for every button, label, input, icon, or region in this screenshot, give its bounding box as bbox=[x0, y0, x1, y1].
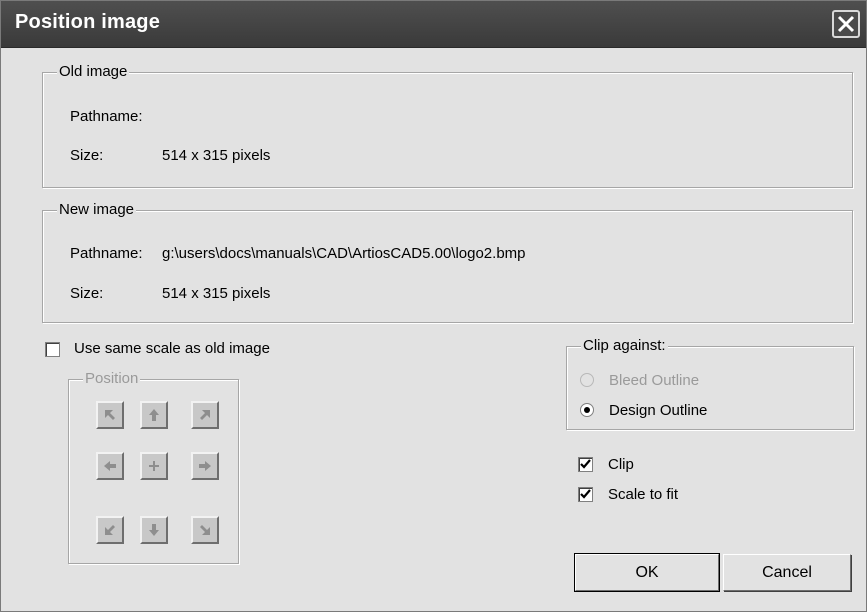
new-size-value: 514 x 315 pixels bbox=[162, 285, 271, 302]
move-left-button[interactable] bbox=[96, 452, 124, 480]
arrow-down-right-icon bbox=[200, 525, 210, 535]
clip-against-legend: Clip against: bbox=[581, 336, 668, 356]
arrow-down-icon bbox=[149, 524, 159, 536]
move-up-left-button[interactable] bbox=[96, 401, 124, 429]
new-pathname-value: g:\users\docs\manuals\CAD\ArtiosCAD5.00\… bbox=[162, 245, 526, 262]
move-up-right-button[interactable] bbox=[191, 401, 219, 429]
arrow-up-icon bbox=[149, 409, 159, 421]
old-pathname-label: Pathname: bbox=[70, 108, 143, 125]
checkmark-icon bbox=[580, 489, 591, 499]
new-image-legend: New image bbox=[57, 200, 137, 220]
checkmark-icon bbox=[580, 459, 591, 469]
old-size-value: 514 x 315 pixels bbox=[162, 147, 271, 164]
radio-selected-dot bbox=[584, 407, 590, 413]
position-legend: Position bbox=[83, 369, 141, 389]
old-size-label: Size: bbox=[70, 147, 104, 164]
arrow-up-left-icon bbox=[105, 410, 115, 420]
arrow-down-left-icon bbox=[105, 525, 115, 535]
new-image-group: New image bbox=[42, 200, 853, 323]
move-right-button[interactable] bbox=[191, 452, 219, 480]
arrow-right-icon bbox=[199, 461, 211, 471]
scale-to-fit-checkbox[interactable] bbox=[578, 487, 593, 502]
old-image-legend: Old image bbox=[57, 62, 130, 82]
close-icon bbox=[837, 15, 855, 33]
arrow-left-icon bbox=[104, 461, 116, 471]
position-image-dialog: Position image Old image Pathname: Size:… bbox=[0, 0, 867, 612]
clip-label[interactable]: Clip bbox=[608, 455, 634, 475]
design-outline-label[interactable]: Design Outline bbox=[609, 401, 707, 421]
center-plus-icon bbox=[149, 461, 159, 471]
move-down-button[interactable] bbox=[140, 516, 168, 544]
close-button[interactable] bbox=[832, 10, 860, 38]
move-up-button[interactable] bbox=[140, 401, 168, 429]
ok-button-label: OK bbox=[635, 564, 659, 581]
ok-button[interactable]: OK bbox=[574, 553, 720, 592]
title-bar[interactable]: Position image bbox=[1, 1, 866, 48]
cancel-button[interactable]: Cancel bbox=[723, 554, 851, 591]
dialog-title: Position image bbox=[15, 11, 161, 33]
move-down-right-button[interactable] bbox=[191, 516, 219, 544]
scale-to-fit-label[interactable]: Scale to fit bbox=[608, 485, 678, 505]
move-center-button[interactable] bbox=[140, 452, 168, 480]
use-same-scale-checkbox[interactable] bbox=[45, 342, 60, 357]
new-pathname-label: Pathname: bbox=[70, 245, 143, 262]
cancel-button-label: Cancel bbox=[762, 564, 812, 581]
use-same-scale-label[interactable]: Use same scale as old image bbox=[74, 339, 270, 359]
bleed-outline-radio[interactable] bbox=[580, 373, 594, 387]
design-outline-radio[interactable] bbox=[580, 403, 594, 417]
new-size-label: Size: bbox=[70, 285, 104, 302]
clip-checkbox[interactable] bbox=[578, 457, 593, 472]
old-image-group: Old image bbox=[42, 62, 853, 188]
bleed-outline-label[interactable]: Bleed Outline bbox=[609, 371, 699, 391]
arrow-up-right-icon bbox=[200, 410, 210, 420]
move-down-left-button[interactable] bbox=[96, 516, 124, 544]
